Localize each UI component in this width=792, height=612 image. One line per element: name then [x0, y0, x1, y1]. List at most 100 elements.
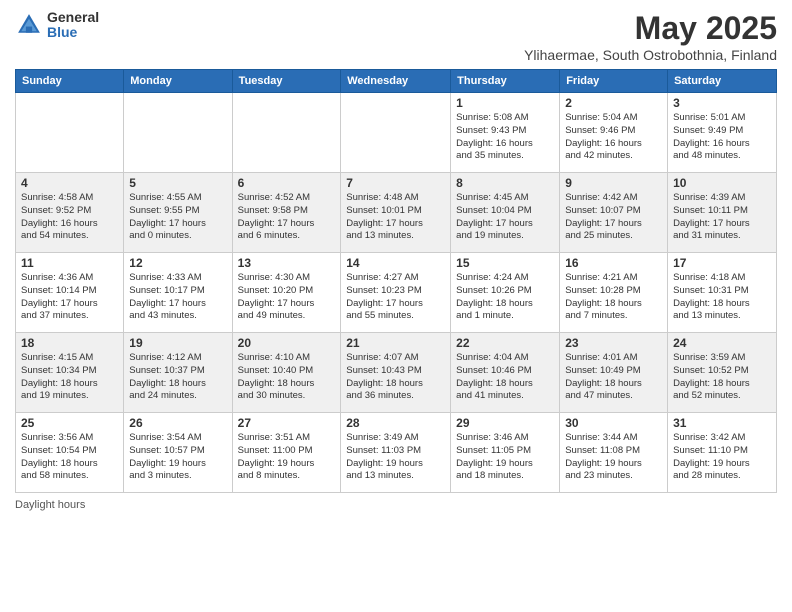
calendar-day: 10 Sunrise: 4:39 AM Sunset: 10:11 PM Dayl…: [668, 173, 777, 253]
day-info: Sunrise: 5:08 AM Sunset: 9:43 PM Dayligh…: [456, 112, 554, 163]
day-info: Sunrise: 4:42 AM Sunset: 10:07 PM Daylig…: [565, 192, 662, 243]
day-number: 18: [21, 336, 118, 350]
day-number: 22: [456, 336, 554, 350]
header-row: Sunday Monday Tuesday Wednesday Thursday…: [16, 70, 777, 93]
day-info: Sunrise: 4:30 AM Sunset: 10:20 PM Daylig…: [238, 272, 336, 323]
day-number: 15: [456, 256, 554, 270]
day-number: 6: [238, 176, 336, 190]
day-info: Sunrise: 3:59 AM Sunset: 10:52 PM Daylig…: [673, 352, 771, 403]
calendar-week-5: 25Sunrise: 3:56 AM Sunset: 10:54 PM Dayl…: [16, 413, 777, 493]
day-info: Sunrise: 4:33 AM Sunset: 10:17 PM Daylig…: [129, 272, 226, 323]
calendar-day: 19 Sunrise: 4:12 AM Sunset: 10:37 PM Dayl…: [124, 333, 232, 413]
calendar-week-2: 4 Sunrise: 4:58 AM Sunset: 9:52 PM Daylig…: [16, 173, 777, 253]
day-number: 11: [21, 256, 118, 270]
calendar-table: Sunday Monday Tuesday Wednesday Thursday…: [15, 69, 777, 493]
location-subtitle: Ylihaermae, South Ostrobothnia, Finland: [524, 47, 777, 63]
calendar-day: 3 Sunrise: 5:01 AM Sunset: 9:49 PM Daylig…: [668, 93, 777, 173]
day-info: Sunrise: 4:58 AM Sunset: 9:52 PM Dayligh…: [21, 192, 118, 243]
calendar-day: 7 Sunrise: 4:48 AM Sunset: 10:01 PM Dayli…: [341, 173, 451, 253]
calendar-day: 30 Sunrise: 3:44 AM Sunset: 11:08 PM Dayl…: [560, 413, 668, 493]
header: General Blue May 2025 Ylihaermae, South …: [15, 10, 777, 63]
calendar-day: 2Sunrise: 5:04 AM Sunset: 9:46 PM Daylig…: [560, 93, 668, 173]
calendar-day: 13 Sunrise: 4:30 AM Sunset: 10:20 PM Dayl…: [232, 253, 341, 333]
calendar-day: 22 Sunrise: 4:04 AM Sunset: 10:46 PM Dayl…: [451, 333, 560, 413]
day-number: 31: [673, 416, 771, 430]
day-number: 28: [346, 416, 445, 430]
header-friday: Friday: [560, 70, 668, 93]
day-number: 29: [456, 416, 554, 430]
day-number: 24: [673, 336, 771, 350]
logo: General Blue: [15, 10, 99, 41]
day-number: 25: [21, 416, 118, 430]
calendar-day: 11Sunrise: 4:36 AM Sunset: 10:14 PM Dayl…: [16, 253, 124, 333]
calendar-day: 12 Sunrise: 4:33 AM Sunset: 10:17 PM Dayl…: [124, 253, 232, 333]
calendar-day: 1 Sunrise: 5:08 AM Sunset: 9:43 PM Daylig…: [451, 93, 560, 173]
logo-blue-text: Blue: [47, 25, 99, 40]
day-number: 13: [238, 256, 336, 270]
day-info: Sunrise: 4:27 AM Sunset: 10:23 PM Daylig…: [346, 272, 445, 323]
day-number: 23: [565, 336, 662, 350]
day-info: Sunrise: 3:49 AM Sunset: 11:03 PM Daylig…: [346, 432, 445, 483]
calendar-day: [341, 93, 451, 173]
day-number: 5: [129, 176, 226, 190]
day-number: 12: [129, 256, 226, 270]
calendar-day: 9 Sunrise: 4:42 AM Sunset: 10:07 PM Dayli…: [560, 173, 668, 253]
day-info: Sunrise: 3:44 AM Sunset: 11:08 PM Daylig…: [565, 432, 662, 483]
day-number: 7: [346, 176, 445, 190]
day-number: 4: [21, 176, 118, 190]
calendar-day: 5 Sunrise: 4:55 AM Sunset: 9:55 PM Daylig…: [124, 173, 232, 253]
calendar-day: [124, 93, 232, 173]
calendar-day: 27 Sunrise: 3:51 AM Sunset: 11:00 PM Dayl…: [232, 413, 341, 493]
day-number: 30: [565, 416, 662, 430]
day-number: 3: [673, 96, 771, 110]
day-info: Sunrise: 5:04 AM Sunset: 9:46 PM Dayligh…: [565, 112, 662, 163]
daylight-label: Daylight hours: [15, 499, 777, 511]
calendar-day: 15Sunrise: 4:24 AM Sunset: 10:26 PM Dayl…: [451, 253, 560, 333]
day-number: 21: [346, 336, 445, 350]
day-number: 9: [565, 176, 662, 190]
day-info: Sunrise: 4:55 AM Sunset: 9:55 PM Dayligh…: [129, 192, 226, 243]
day-number: 16: [565, 256, 662, 270]
day-info: Sunrise: 4:07 AM Sunset: 10:43 PM Daylig…: [346, 352, 445, 403]
calendar-day: 26Sunrise: 3:54 AM Sunset: 10:57 PM Dayl…: [124, 413, 232, 493]
calendar-day: 21 Sunrise: 4:07 AM Sunset: 10:43 PM Dayl…: [341, 333, 451, 413]
title-block: May 2025 Ylihaermae, South Ostrobothnia,…: [524, 10, 777, 63]
header-sunday: Sunday: [16, 70, 124, 93]
calendar-day: 17Sunrise: 4:18 AM Sunset: 10:31 PM Dayl…: [668, 253, 777, 333]
day-info: Sunrise: 4:12 AM Sunset: 10:37 PM Daylig…: [129, 352, 226, 403]
calendar-day: 18 Sunrise: 4:15 AM Sunset: 10:34 PM Dayl…: [16, 333, 124, 413]
calendar-day: 20Sunrise: 4:10 AM Sunset: 10:40 PM Dayl…: [232, 333, 341, 413]
calendar-week-4: 18 Sunrise: 4:15 AM Sunset: 10:34 PM Dayl…: [16, 333, 777, 413]
day-info: Sunrise: 3:46 AM Sunset: 11:05 PM Daylig…: [456, 432, 554, 483]
calendar-day: 14 Sunrise: 4:27 AM Sunset: 10:23 PM Dayl…: [341, 253, 451, 333]
logo-general-text: General: [47, 10, 99, 25]
calendar-day: 16Sunrise: 4:21 AM Sunset: 10:28 PM Dayl…: [560, 253, 668, 333]
day-number: 14: [346, 256, 445, 270]
calendar-day: 8Sunrise: 4:45 AM Sunset: 10:04 PM Dayli…: [451, 173, 560, 253]
day-info: Sunrise: 4:04 AM Sunset: 10:46 PM Daylig…: [456, 352, 554, 403]
day-number: 19: [129, 336, 226, 350]
day-info: Sunrise: 3:54 AM Sunset: 10:57 PM Daylig…: [129, 432, 226, 483]
calendar-day: 29 Sunrise: 3:46 AM Sunset: 11:05 PM Dayl…: [451, 413, 560, 493]
day-number: 17: [673, 256, 771, 270]
day-info: Sunrise: 5:01 AM Sunset: 9:49 PM Dayligh…: [673, 112, 771, 163]
day-info: Sunrise: 4:52 AM Sunset: 9:58 PM Dayligh…: [238, 192, 336, 243]
header-tuesday: Tuesday: [232, 70, 341, 93]
day-info: Sunrise: 4:15 AM Sunset: 10:34 PM Daylig…: [21, 352, 118, 403]
month-title: May 2025: [524, 10, 777, 47]
day-number: 27: [238, 416, 336, 430]
day-number: 10: [673, 176, 771, 190]
day-number: 20: [238, 336, 336, 350]
day-info: Sunrise: 4:45 AM Sunset: 10:04 PM Daylig…: [456, 192, 554, 243]
day-info: Sunrise: 3:51 AM Sunset: 11:00 PM Daylig…: [238, 432, 336, 483]
calendar-day: 23Sunrise: 4:01 AM Sunset: 10:49 PM Dayl…: [560, 333, 668, 413]
header-monday: Monday: [124, 70, 232, 93]
calendar-day: 31Sunrise: 3:42 AM Sunset: 11:10 PM Dayl…: [668, 413, 777, 493]
header-thursday: Thursday: [451, 70, 560, 93]
day-info: Sunrise: 4:39 AM Sunset: 10:11 PM Daylig…: [673, 192, 771, 243]
calendar-day: 6 Sunrise: 4:52 AM Sunset: 9:58 PM Daylig…: [232, 173, 341, 253]
header-wednesday: Wednesday: [341, 70, 451, 93]
day-info: Sunrise: 4:48 AM Sunset: 10:01 PM Daylig…: [346, 192, 445, 243]
day-number: 1: [456, 96, 554, 110]
calendar-day: 24 Sunrise: 3:59 AM Sunset: 10:52 PM Dayl…: [668, 333, 777, 413]
